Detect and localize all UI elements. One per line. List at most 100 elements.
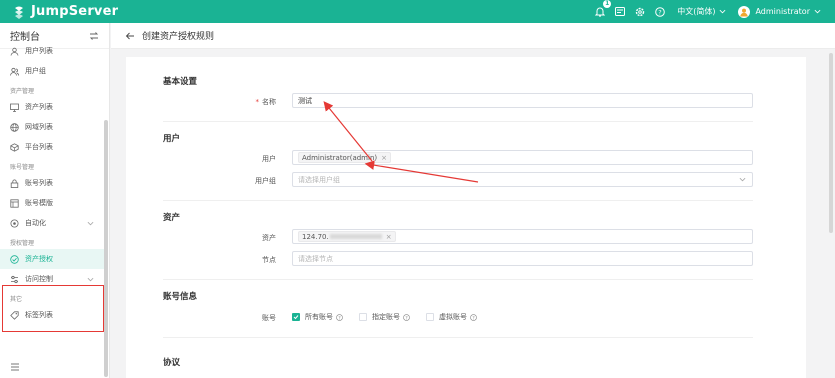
- svg-text:?: ?: [658, 8, 661, 16]
- node-label: 节点: [262, 256, 276, 264]
- sidebar-item-label: 账号模版: [25, 199, 53, 207]
- form-card: 基本设置 * 名称 测试 用户 用户 Administrator(admin) ×…: [126, 57, 806, 378]
- sidebar-item-label: 网域列表: [25, 123, 53, 131]
- user-tag: Administrator(admin) ×: [298, 152, 391, 163]
- brand-logo[interactable]: JumpServer: [12, 4, 118, 19]
- account-options: 所有账号 ? 指定账号 ? 虚拟账号 ?: [292, 312, 493, 322]
- sidebar-item-label: 访问控制: [25, 275, 53, 283]
- node-placeholder: 请选择节点: [298, 254, 333, 263]
- menu-icon[interactable]: [10, 362, 20, 372]
- divider: [163, 200, 753, 201]
- sidebar-group-label: 其它: [10, 296, 23, 303]
- brand-name: JumpServer: [31, 4, 119, 19]
- sidebar-item-label: 用户列表: [25, 47, 53, 55]
- sidebar-item[interactable]: 账号模版: [0, 193, 104, 213]
- user-select[interactable]: Administrator(admin) ×: [292, 150, 753, 165]
- sidebar-item[interactable]: 用户列表: [0, 41, 104, 61]
- user-name: Administrator: [755, 7, 810, 16]
- name-label: * 名称: [255, 98, 277, 106]
- platform-icon: [10, 142, 19, 152]
- question-icon[interactable]: ?: [470, 313, 477, 321]
- tag-icon: [10, 310, 19, 320]
- monitor-icon: [10, 103, 19, 112]
- user-group-select[interactable]: 请选择用户组: [292, 172, 753, 187]
- notification-badge: 1: [603, 0, 612, 8]
- sidebar-menu: 用户列表用户组资产管理资产列表网域列表平台列表账号管理账号列表账号模版自动化授权…: [0, 41, 104, 325]
- question-icon[interactable]: ?: [403, 313, 410, 321]
- user-list-icon: [10, 47, 19, 56]
- account-option-all-label: 所有账号: [305, 313, 333, 321]
- checkbox-checked[interactable]: [292, 313, 300, 321]
- user-label: 用户: [262, 155, 276, 163]
- sidebar-item-label: 账号列表: [25, 179, 53, 187]
- language-selector[interactable]: 中文(简体): [677, 6, 726, 17]
- chevron-down-icon: [720, 9, 726, 14]
- account-option-all[interactable]: 所有账号 ?: [292, 312, 343, 322]
- section-title-protocol: 协议: [163, 358, 181, 368]
- sidebar-item[interactable]: 访问控制: [0, 269, 104, 289]
- name-value: 测试: [298, 96, 312, 105]
- page-title: 创建资产授权规则: [142, 32, 215, 42]
- checkbox[interactable]: [359, 313, 367, 321]
- jumpserver-logo-icon: [15, 6, 23, 19]
- user-group-placeholder: 请选择用户组: [298, 175, 340, 184]
- chevron-down-icon: [87, 221, 94, 225]
- sidebar-group-label: 授权管理: [10, 240, 35, 247]
- message-icon[interactable]: [613, 5, 627, 19]
- top-navbar: JumpServer 1 ? 中文(简体) Administrator: [0, 0, 835, 23]
- node-select[interactable]: 请选择节点: [292, 251, 753, 266]
- main-scrollbar[interactable]: [829, 53, 833, 233]
- section-title-accounts: 账号信息: [163, 292, 198, 302]
- question-icon[interactable]: ?: [336, 313, 343, 321]
- language-label: 中文(简体): [677, 7, 716, 16]
- close-icon[interactable]: ×: [386, 233, 392, 241]
- sidebar-item[interactable]: 用户组: [0, 61, 104, 81]
- name-field[interactable]: 测试: [292, 93, 753, 108]
- sidebar-group-label: 资产管理: [10, 88, 35, 95]
- globe-icon: [10, 122, 19, 132]
- section-title-assets: 资产: [163, 213, 181, 223]
- sidebar-item[interactable]: 账号列表: [0, 173, 104, 193]
- divider: [163, 337, 753, 338]
- sidebar-item[interactable]: 平台列表: [0, 137, 104, 157]
- chevron-down-icon: [814, 9, 821, 14]
- account-option-specified[interactable]: 指定账号 ?: [359, 312, 410, 322]
- avatar: [738, 5, 751, 18]
- sidebar-item[interactable]: 标签列表: [0, 305, 104, 325]
- check-shield-icon: [10, 254, 19, 264]
- collapse-toggle-icon[interactable]: [89, 31, 99, 41]
- asset-label: 资产: [262, 234, 276, 242]
- section-title-basic: 基本设置: [163, 77, 198, 87]
- sidebar-item[interactable]: 资产列表: [0, 97, 104, 117]
- checkbox[interactable]: [426, 313, 434, 321]
- sidebar-item[interactable]: 自动化: [0, 213, 104, 233]
- asset-select[interactable]: 124.70. ×: [292, 229, 753, 244]
- user-menu[interactable]: Administrator: [738, 5, 821, 18]
- user-group-label: 用户组: [255, 177, 276, 185]
- account-label: 账号: [262, 314, 276, 322]
- chevron-down-icon: [739, 177, 746, 182]
- close-icon[interactable]: ×: [381, 154, 387, 162]
- back-arrow-icon[interactable]: [125, 31, 135, 41]
- account-option-virtual[interactable]: 虚拟账号 ?: [426, 312, 477, 322]
- user-group-icon: [10, 67, 19, 76]
- section-title-users: 用户: [163, 134, 181, 144]
- bell-icon[interactable]: 1: [593, 0, 612, 19]
- sidebar-item-label: 用户组: [25, 67, 46, 75]
- asset-tag: 124.70. ×: [298, 231, 396, 242]
- sidebar-scrollbar[interactable]: [104, 120, 108, 377]
- sidebar-item-label: 资产授权: [25, 255, 53, 263]
- help-icon[interactable]: ?: [653, 5, 667, 19]
- breadcrumb: 创建资产授权规则: [111, 23, 835, 49]
- settings-icon[interactable]: [633, 5, 647, 19]
- automation-icon: [10, 219, 19, 228]
- user-tag-label: Administrator(admin): [302, 153, 378, 162]
- access-control-icon: [10, 275, 19, 284]
- sidebar-item-label: 标签列表: [25, 311, 53, 319]
- sidebar-item-label: 自动化: [25, 219, 46, 227]
- sidebar-group-label: 账号管理: [10, 164, 35, 171]
- sidebar-item[interactable]: 资产授权: [0, 249, 104, 269]
- sidebar-item[interactable]: 网域列表: [0, 117, 104, 137]
- account-option-specified-label: 指定账号: [372, 313, 400, 321]
- sidebar: 控制台 用户列表 用户组 资产管理 资产列表 网域列表 平台列表 账号管理 账号列表 账号模版自…: [0, 23, 110, 378]
